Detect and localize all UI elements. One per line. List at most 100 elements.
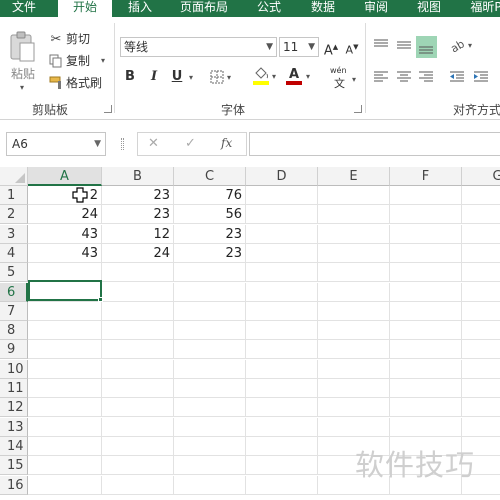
cell-g5[interactable] — [462, 263, 500, 283]
cell-a9[interactable] — [28, 340, 102, 360]
column-header-c[interactable]: C — [174, 167, 246, 186]
cell-b8[interactable] — [102, 321, 174, 341]
active-cell-indicator[interactable] — [28, 280, 102, 301]
cell-a16[interactable] — [28, 475, 102, 495]
cell-b15[interactable] — [102, 456, 174, 476]
tab-formulas[interactable]: 公式 — [253, 0, 285, 17]
cell-g12[interactable] — [462, 398, 500, 418]
insert-function-icon[interactable]: fx — [221, 136, 232, 150]
cell-f9[interactable] — [390, 340, 462, 360]
cell-e13[interactable] — [318, 417, 390, 437]
cell-d13[interactable] — [246, 417, 318, 437]
row-header-10[interactable]: 10 — [0, 359, 28, 379]
cell-b11[interactable] — [102, 379, 174, 398]
format-painter-button[interactable]: 格式刷 — [48, 75, 108, 91]
cell-e10[interactable] — [318, 359, 390, 379]
align-center-button[interactable] — [395, 69, 415, 87]
cell-a2[interactable]: 24 — [28, 205, 102, 225]
cancel-icon[interactable]: ✕ — [148, 136, 159, 151]
cell-d6[interactable] — [246, 282, 318, 302]
cell-d11[interactable] — [246, 379, 318, 398]
cell-e3[interactable] — [318, 224, 390, 244]
paste-button[interactable]: 粘贴 ▾ — [6, 31, 40, 93]
cell-b4[interactable]: 24 — [102, 243, 174, 263]
cell-d8[interactable] — [246, 321, 318, 341]
cell-b2[interactable]: 23 — [102, 205, 174, 225]
cell-e4[interactable] — [318, 243, 390, 263]
row-header-7[interactable]: 7 — [0, 301, 28, 321]
clipboard-launcher-icon[interactable] — [104, 105, 112, 113]
cell-f4[interactable] — [390, 243, 462, 263]
cell-f8[interactable] — [390, 321, 462, 341]
copy-dropdown-icon[interactable]: ▾ — [101, 56, 105, 65]
cell-d16[interactable] — [246, 475, 318, 495]
cell-d2[interactable] — [246, 205, 318, 225]
column-header-a[interactable]: A — [28, 167, 102, 186]
cell-e6[interactable] — [318, 282, 390, 302]
cell-e8[interactable] — [318, 321, 390, 341]
cell-c5[interactable] — [174, 263, 246, 283]
tab-home[interactable]: 开始 — [58, 0, 112, 18]
row-header-9[interactable]: 9 — [0, 340, 28, 360]
cell-a14[interactable] — [28, 436, 102, 456]
bold-button[interactable]: B — [121, 68, 139, 86]
cell-a7[interactable] — [28, 301, 102, 321]
fill-color-button[interactable]: ▾ — [253, 67, 279, 87]
column-header-b[interactable]: B — [102, 167, 174, 186]
cell-e7[interactable] — [318, 301, 390, 321]
cell-f1[interactable] — [390, 186, 462, 205]
cell-d5[interactable] — [246, 263, 318, 283]
row-header-4[interactable]: 4 — [0, 243, 28, 263]
cell-b1[interactable]: 23 — [102, 186, 174, 205]
cell-b10[interactable] — [102, 359, 174, 379]
fill-handle[interactable] — [98, 297, 103, 302]
cell-d7[interactable] — [246, 301, 318, 321]
cell-c4[interactable]: 23 — [174, 243, 246, 263]
cell-a8[interactable] — [28, 321, 102, 341]
cell-e9[interactable] — [318, 340, 390, 360]
cell-c1[interactable]: 76 — [174, 186, 246, 205]
column-header-f[interactable]: F — [390, 167, 462, 186]
cell-b3[interactable]: 12 — [102, 224, 174, 244]
row-header-3[interactable]: 3 — [0, 224, 28, 244]
cell-c8[interactable] — [174, 321, 246, 341]
cell-c6[interactable] — [174, 282, 246, 302]
cell-c7[interactable] — [174, 301, 246, 321]
cell-d1[interactable] — [246, 186, 318, 205]
align-right-button[interactable] — [417, 69, 437, 87]
row-header-8[interactable]: 8 — [0, 321, 28, 341]
font-color-button[interactable]: A ▾ — [286, 67, 314, 87]
tab-review[interactable]: 审阅 — [360, 0, 392, 17]
phonetic-guide-button[interactable]: wén 文 ▾ — [330, 66, 360, 90]
cell-e12[interactable] — [318, 398, 390, 418]
copy-button[interactable]: 复制 ▾ — [48, 53, 110, 69]
cell-f3[interactable] — [390, 224, 462, 244]
align-middle-button[interactable] — [395, 37, 415, 55]
cell-c3[interactable]: 23 — [174, 224, 246, 244]
row-header-16[interactable]: 16 — [0, 475, 28, 495]
column-header-g[interactable]: G — [462, 167, 500, 186]
cell-f10[interactable] — [390, 359, 462, 379]
formula-bar-grip-icon[interactable] — [121, 138, 124, 150]
decrease-font-size-button[interactable]: A▼ — [343, 38, 361, 57]
cell-a3[interactable]: 43 — [28, 224, 102, 244]
cell-g13[interactable] — [462, 418, 500, 437]
cell-g8[interactable] — [462, 321, 500, 341]
row-header-5[interactable]: 5 — [0, 263, 28, 283]
row-header-6[interactable]: 6 — [0, 282, 28, 302]
cell-g11[interactable] — [462, 379, 500, 398]
cell-e11[interactable] — [318, 379, 390, 398]
cell-c15[interactable] — [174, 456, 246, 476]
cell-g9[interactable] — [462, 340, 500, 360]
tab-view[interactable]: 视图 — [413, 0, 445, 17]
cell-c11[interactable] — [174, 379, 246, 398]
cell-d9[interactable] — [246, 340, 318, 360]
cell-g10[interactable] — [462, 360, 500, 379]
cell-f11[interactable] — [390, 379, 462, 398]
cell-d10[interactable] — [246, 359, 318, 379]
underline-button[interactable]: U — [168, 68, 186, 86]
cell-e1[interactable] — [318, 186, 390, 205]
cell-f7[interactable] — [390, 301, 462, 321]
cell-c16[interactable] — [174, 475, 246, 495]
increase-indent-button[interactable] — [472, 69, 492, 87]
